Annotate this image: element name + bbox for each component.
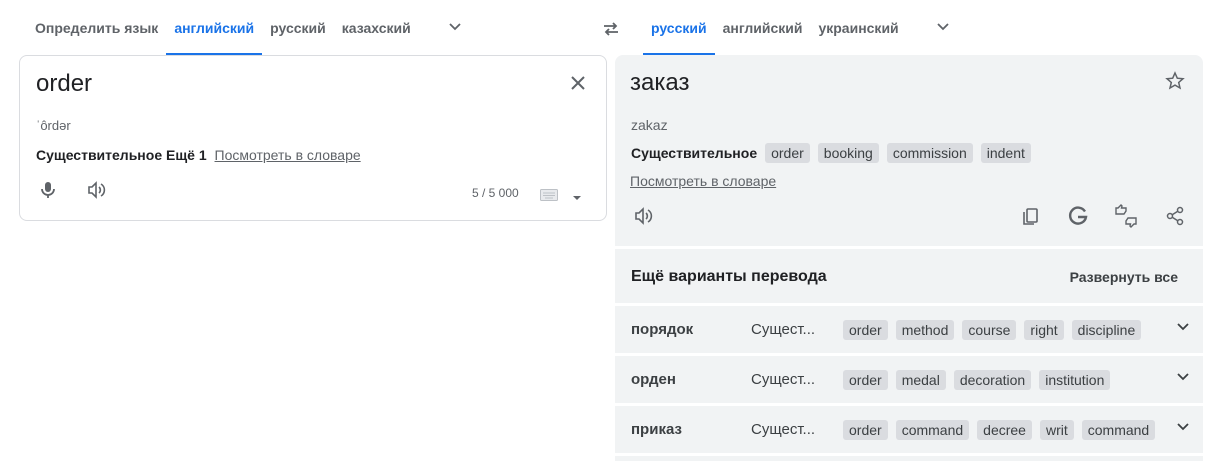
translation-text: заказ: [630, 69, 690, 96]
chevron-down-icon[interactable]: [1175, 368, 1191, 389]
synonym-chip[interactable]: command: [1081, 419, 1156, 440]
speaker-icon: [633, 206, 653, 231]
chevron-down-icon[interactable]: [1175, 318, 1191, 339]
google-search-button[interactable]: [1058, 198, 1098, 238]
synonym-chip[interactable]: order: [843, 319, 888, 340]
clear-source-button[interactable]: [558, 65, 598, 105]
synonym-chip[interactable]: writ: [1039, 419, 1074, 440]
voice-input-button[interactable]: [28, 172, 68, 212]
synonym-chip[interactable]: discipline: [1071, 319, 1142, 340]
translation-word: орден: [631, 371, 676, 388]
more-translations-title: Ещё варианты перевода: [631, 268, 827, 285]
translation-pos: Сущест...: [751, 371, 816, 388]
swap-languages-button[interactable]: [591, 11, 631, 51]
tab-detect-language[interactable]: Определить язык: [27, 0, 166, 56]
chevron-down-icon[interactable]: [1175, 418, 1191, 439]
synonym-chip[interactable]: command: [895, 419, 970, 440]
tab-source-english[interactable]: английский: [166, 0, 263, 56]
source-more-languages-button[interactable]: [435, 0, 475, 56]
source-pos-label: Существительное: [36, 147, 163, 163]
synonym-chip[interactable]: order: [843, 419, 888, 440]
synonym-chip[interactable]: method: [895, 319, 955, 340]
microphone-icon: [38, 180, 58, 205]
translation-word: порядок: [631, 321, 694, 338]
synonym-chip[interactable]: order: [765, 143, 810, 163]
speaker-icon: [86, 180, 106, 205]
translation-transliteration: zakaz: [631, 117, 668, 133]
translation-row[interactable]: орден Сущест... order medal decoration i…: [615, 356, 1203, 403]
translation-pos: Сущест...: [751, 421, 816, 438]
synonym-chip[interactable]: commission: [886, 143, 973, 163]
source-more-count[interactable]: Ещё 1: [166, 147, 207, 163]
target-language-bar: русский английский украинский: [643, 0, 963, 56]
share-translation-button[interactable]: [1155, 198, 1195, 238]
next-row-edge: [615, 456, 1203, 461]
share-icon: [1165, 206, 1185, 231]
save-translation-button[interactable]: [1155, 63, 1195, 103]
expand-all-button[interactable]: Развернуть все: [1070, 269, 1178, 285]
caret-down-icon: [572, 188, 582, 206]
synonym-chip[interactable]: booking: [817, 143, 879, 163]
keyboard-button[interactable]: [540, 188, 582, 206]
synonym-list: order method course right discipline: [843, 319, 1161, 340]
synonym-chip[interactable]: course: [962, 319, 1017, 340]
close-icon: [569, 74, 587, 97]
copy-icon: [1020, 206, 1040, 231]
translation-panel: заказ zakaz Существительное order bookin…: [615, 55, 1203, 246]
translation-pos-line: Существительное order booking commission…: [631, 143, 1039, 163]
translation-row[interactable]: порядок Сущест... order method course ri…: [615, 306, 1203, 353]
source-phonetic: ˈôrdər: [36, 118, 71, 133]
source-panel: order ˈôrdər Существительное Ещё 1 Посмо…: [19, 55, 607, 221]
listen-translation-button[interactable]: [623, 198, 663, 238]
tab-target-english[interactable]: английский: [715, 0, 811, 56]
translation-word: приказ: [631, 421, 682, 438]
source-language-bar: Определить язык английский русский казах…: [27, 0, 475, 56]
synonym-list: order command decree writ command: [843, 419, 1161, 440]
synonym-list: order medal decoration institution: [843, 369, 1161, 390]
tab-target-ukrainian[interactable]: украинский: [810, 0, 906, 56]
target-more-languages-button[interactable]: [923, 0, 963, 56]
chevron-down-icon: [935, 18, 951, 39]
character-counter: 5 / 5 000: [472, 186, 519, 200]
synonym-chip[interactable]: institution: [1039, 369, 1111, 390]
synonym-chip[interactable]: right: [1024, 319, 1064, 340]
synonym-chip[interactable]: indent: [980, 143, 1031, 163]
synonym-chip[interactable]: decree: [977, 419, 1032, 440]
thumbs-feedback-icon: [1114, 203, 1138, 233]
source-pos-line: Существительное Ещё 1 Посмотреть в слова…: [36, 147, 361, 163]
more-translations-header: Ещё варианты перевода Развернуть все: [615, 249, 1203, 303]
synonym-chip[interactable]: order: [843, 369, 888, 390]
tab-source-kazakh[interactable]: казахский: [334, 0, 419, 56]
source-dictionary-link[interactable]: Посмотреть в словаре: [215, 147, 361, 163]
translation-pos: Сущест...: [751, 321, 816, 338]
google-icon: [1067, 205, 1089, 232]
keyboard-icon: [540, 188, 558, 206]
synonym-chip[interactable]: medal: [895, 369, 946, 390]
synonym-chip[interactable]: decoration: [953, 369, 1032, 390]
copy-translation-button[interactable]: [1010, 198, 1050, 238]
source-text-input[interactable]: order: [36, 70, 92, 98]
chevron-down-icon: [447, 18, 463, 39]
tab-target-russian[interactable]: русский: [643, 0, 715, 56]
star-icon: [1165, 70, 1185, 96]
translation-pos-label: Существительное: [631, 145, 758, 161]
rate-translation-button[interactable]: [1106, 198, 1146, 238]
translation-row[interactable]: приказ Сущест... order command decree wr…: [615, 406, 1203, 453]
translation-dictionary-link[interactable]: Посмотреть в словаре: [630, 173, 776, 189]
listen-source-button[interactable]: [76, 172, 116, 212]
swap-icon: [601, 19, 621, 44]
tab-source-russian[interactable]: русский: [262, 0, 334, 56]
